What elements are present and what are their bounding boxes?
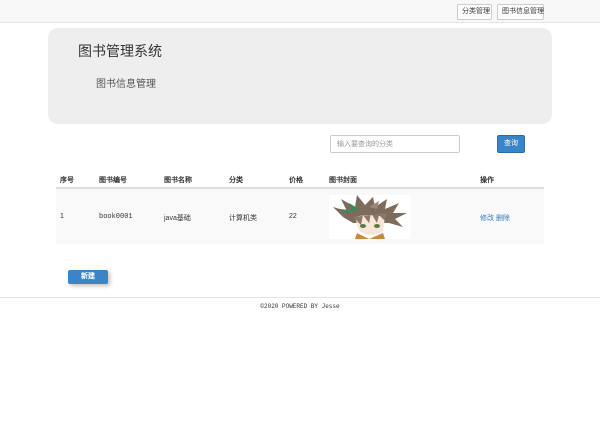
cell-category: 计算机类 (229, 215, 257, 222)
row-actions: 修改 删除 (480, 213, 510, 223)
cell-book-no: book0001 (99, 213, 133, 221)
column-header-category: 分类 (229, 177, 243, 184)
cell-book-name: java基础 (164, 215, 191, 222)
cell-index: 1 (60, 213, 64, 220)
column-header-price: 价格 (289, 177, 303, 184)
cell-price: 22 (289, 213, 297, 220)
column-header-index: 序号 (60, 177, 74, 184)
category-search-input[interactable] (330, 135, 460, 153)
books-table: 序号 图书编号 图书名称 分类 价格 图书封面 操作 1 book0001 ja… (56, 172, 544, 244)
new-book-button[interactable]: 新建 (68, 270, 108, 284)
search-button[interactable]: 查询 (497, 135, 525, 153)
table-header: 序号 图书编号 图书名称 分类 价格 图书封面 操作 (56, 172, 544, 189)
column-header-cover: 图书封面 (329, 177, 357, 184)
column-header-book-no: 图书编号 (99, 177, 127, 184)
edit-link[interactable]: 修改 (480, 215, 494, 222)
page-subtitle: 图书信息管理 (96, 79, 156, 90)
book-cover-image (329, 195, 411, 239)
column-header-actions: 操作 (480, 177, 494, 184)
column-header-book-name: 图书名称 (164, 177, 192, 184)
footer-copyright: ©2020 POWERED BY Jesse (260, 303, 340, 310)
footer-divider (0, 297, 600, 298)
page-title: 图书管理系统 (78, 43, 162, 59)
table-row: 1 book0001 java基础 计算机类 22 修改 删除 (56, 189, 544, 244)
delete-link[interactable]: 删除 (496, 215, 510, 222)
top-navbar: 分类管理 图书信息管理 (0, 0, 600, 23)
book-info-manage-button[interactable]: 图书信息管理 (497, 4, 544, 20)
header-banner: 图书管理系统 图书信息管理 (48, 28, 552, 124)
category-manage-button[interactable]: 分类管理 (457, 4, 492, 20)
